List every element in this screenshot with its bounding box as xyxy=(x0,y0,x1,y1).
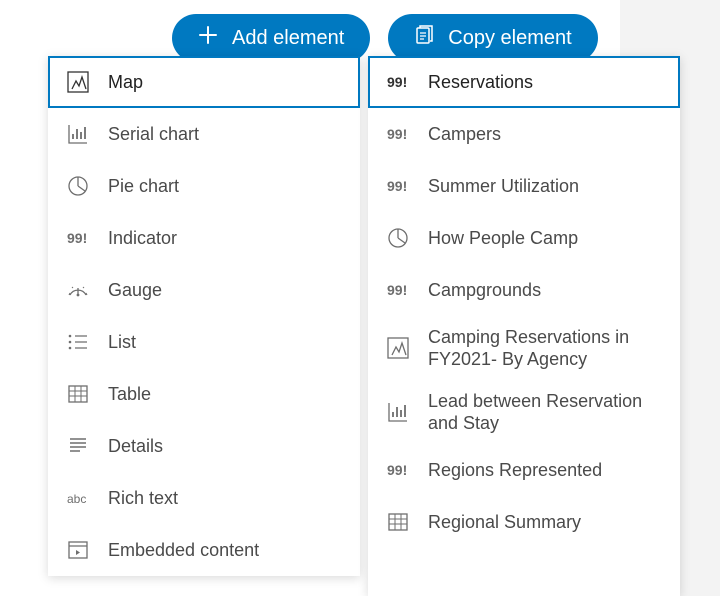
element-type-item[interactable]: Pie chart xyxy=(48,160,360,212)
element-type-item[interactable]: Embedded content xyxy=(48,524,360,576)
table-icon xyxy=(66,382,90,406)
existing-element-item-label: Lead between Reservation and Stay xyxy=(428,390,662,435)
indicator-icon xyxy=(386,122,410,146)
element-type-item-label: Indicator xyxy=(108,227,177,250)
element-type-item-label: Table xyxy=(108,383,151,406)
existing-element-item[interactable]: Campers xyxy=(368,108,680,160)
element-type-item[interactable]: Details xyxy=(48,420,360,472)
indicator-icon xyxy=(386,458,410,482)
copy-element-menu: Reservations Campers Summer Utilization How… xyxy=(368,56,680,596)
existing-element-item-label: Reservations xyxy=(428,71,533,94)
element-type-item-label: Details xyxy=(108,435,163,458)
add-element-menu: Map Serial chart Pie chart Indicator Gauge Li… xyxy=(48,56,360,576)
existing-element-item[interactable]: Lead between Reservation and Stay xyxy=(368,380,680,444)
serial-chart-icon xyxy=(386,400,410,424)
existing-element-item[interactable]: Campgrounds xyxy=(368,264,680,316)
existing-element-item-label: Camping Reservations in FY2021- By Agenc… xyxy=(428,326,662,371)
element-type-item-label: Map xyxy=(108,71,143,94)
map-icon xyxy=(66,70,90,94)
existing-element-item[interactable]: Regional Summary xyxy=(368,496,680,548)
existing-element-item[interactable]: Regions Represented xyxy=(368,444,680,496)
element-type-item[interactable]: Gauge xyxy=(48,264,360,316)
element-type-item-label: List xyxy=(108,331,136,354)
pie-chart-icon xyxy=(66,174,90,198)
table-icon xyxy=(386,510,410,534)
copy-element-label: Copy element xyxy=(448,27,571,50)
embedded-icon xyxy=(66,538,90,562)
existing-element-item[interactable]: Reservations xyxy=(368,56,680,108)
existing-element-item[interactable]: How People Camp xyxy=(368,212,680,264)
existing-element-item-label: Summer Utilization xyxy=(428,175,579,198)
details-icon xyxy=(66,434,90,458)
element-type-item-label: Gauge xyxy=(108,279,162,302)
indicator-icon xyxy=(386,174,410,198)
indicator-icon xyxy=(66,226,90,250)
indicator-icon xyxy=(386,70,410,94)
copy-icon xyxy=(414,25,434,51)
existing-element-item[interactable]: Summer Utilization xyxy=(368,160,680,212)
gauge-icon xyxy=(66,278,90,302)
element-type-item[interactable]: List xyxy=(48,316,360,368)
element-type-item[interactable]: Map xyxy=(48,56,360,108)
existing-element-item-label: Campers xyxy=(428,123,501,146)
add-element-label: Add element xyxy=(232,27,344,50)
add-element-button[interactable]: Add element xyxy=(172,14,370,62)
existing-element-item[interactable]: Camping Reservations in FY2021- By Agenc… xyxy=(368,316,680,380)
existing-element-item-label: Regions Represented xyxy=(428,459,602,482)
element-type-item[interactable]: Indicator xyxy=(48,212,360,264)
indicator-icon xyxy=(386,278,410,302)
element-type-item-label: Embedded content xyxy=(108,539,259,562)
existing-element-item-label: How People Camp xyxy=(428,227,578,250)
element-type-item[interactable]: Serial chart xyxy=(48,108,360,160)
element-type-item-label: Pie chart xyxy=(108,175,179,198)
pie-chart-icon xyxy=(386,226,410,250)
rich-text-icon xyxy=(66,486,90,510)
plus-icon xyxy=(198,25,218,51)
existing-element-item-label: Campgrounds xyxy=(428,279,541,302)
serial-chart-icon xyxy=(66,122,90,146)
element-type-item-label: Serial chart xyxy=(108,123,199,146)
list-icon xyxy=(66,330,90,354)
existing-element-item-label: Regional Summary xyxy=(428,511,581,534)
copy-element-button[interactable]: Copy element xyxy=(388,14,597,62)
element-type-item[interactable]: Rich text xyxy=(48,472,360,524)
element-type-item-label: Rich text xyxy=(108,487,178,510)
element-type-item[interactable]: Table xyxy=(48,368,360,420)
map-icon xyxy=(386,336,410,360)
